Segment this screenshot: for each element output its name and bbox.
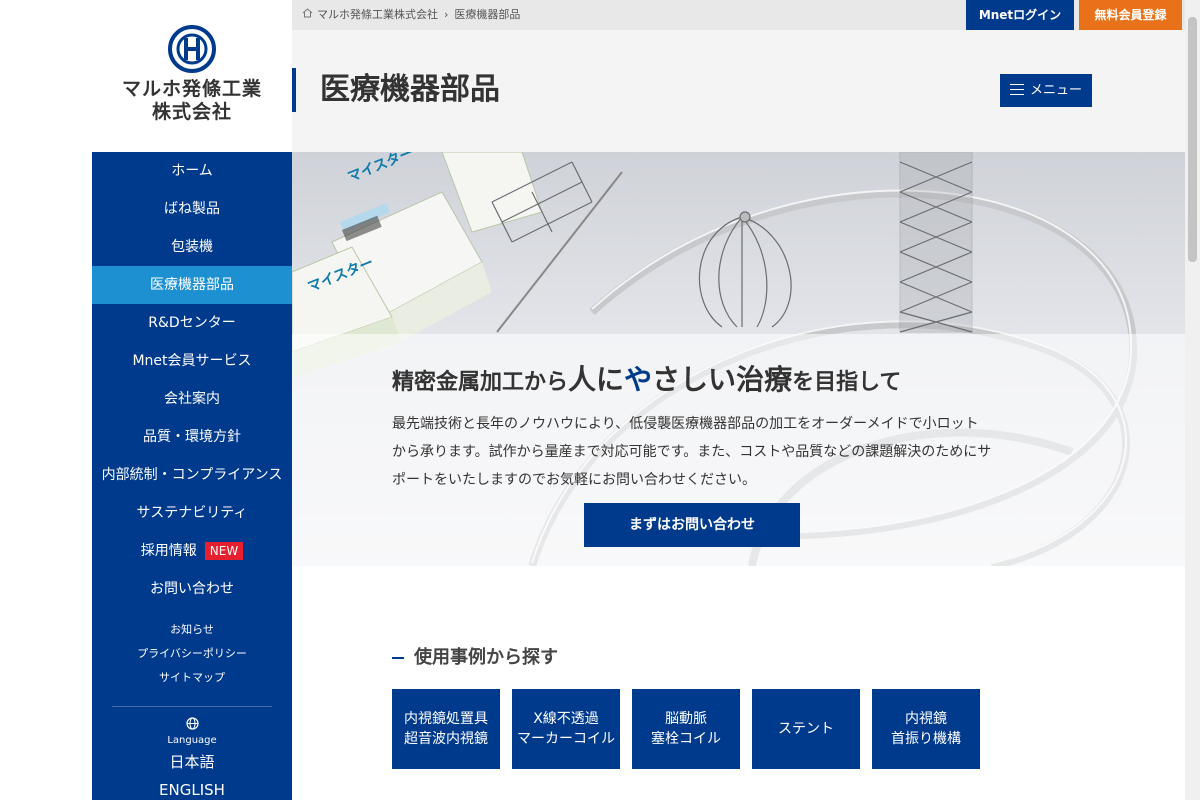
usecase-card-line1: ステント [778, 721, 834, 737]
hero-headline: 精密金属加工から人にやさしい治療を目指して [392, 362, 901, 401]
hero-headline-part-f: を目指して [792, 370, 902, 395]
sidebar-item-sustainability[interactable]: サステナビリティ [92, 494, 292, 532]
menu-button-label: メニュー [1029, 83, 1082, 98]
language-english[interactable]: ENGLISH [92, 776, 292, 800]
sidebar-item-springs[interactable]: ばね製品 [92, 190, 292, 228]
mnet-login-button[interactable]: Mnetログイン [966, 0, 1074, 30]
sidebar-item-home[interactable]: ホーム [92, 152, 292, 190]
chevron-right-icon: › [444, 8, 449, 21]
sidebar-item-contact[interactable]: お問い合わせ [92, 570, 292, 608]
scrollbar-thumb[interactable] [1188, 17, 1197, 262]
sub-link-sitemap[interactable]: サイトマップ [92, 666, 292, 690]
company-name: マルホ発條工業 株式会社 [92, 78, 292, 124]
sidebar-item-recruit-label: 採用情報 [140, 543, 197, 559]
breadcrumb-home[interactable]: マルホ発條工業株式会社 [317, 0, 438, 30]
company-name-line2: 株式会社 [151, 101, 232, 123]
usecase-card-line2: 塞栓コイル [651, 731, 721, 747]
sidebar-item-rd-center[interactable]: R&Dセンター [92, 304, 292, 342]
hero-headline-part-d: さしい [652, 363, 737, 396]
sub-link-privacy[interactable]: プライバシーポリシー [92, 642, 292, 666]
company-logo-icon [168, 25, 216, 73]
hero-headline-part-c: や [624, 363, 653, 396]
usecase-card-marker-coil[interactable]: X線不透過マーカーコイル [512, 689, 620, 769]
sidebar-item-compliance[interactable]: 内部統制・コンプライアンス [92, 456, 292, 494]
sub-link-news[interactable]: お知らせ [92, 618, 292, 642]
sidebar-nav: ホーム ばね製品 包装機 医療機器部品 R&Dセンター Mnet会員サービス 会… [92, 152, 292, 800]
language-label: Language [167, 735, 217, 746]
sidebar-item-company[interactable]: 会社案内 [92, 380, 292, 418]
globe-icon [92, 717, 292, 734]
svg-text:マイスター: マイスター [346, 152, 417, 186]
usecase-card-line1: X線不透過 [533, 711, 599, 727]
site-logo[interactable]: マルホ発條工業 株式会社 [92, 0, 292, 152]
sidebar-sub-links: お知らせ プライバシーポリシー サイトマップ [92, 608, 292, 690]
usecase-card-line1: 脳動脈 [665, 711, 707, 727]
sidebar-item-quality[interactable]: 品質・環境方針 [92, 418, 292, 456]
company-name-line1: マルホ発條工業 [121, 78, 262, 100]
heading-dash [392, 657, 404, 659]
hero-headline-part-a: 精密金属加工から [392, 370, 569, 395]
hero-headline-part-b: 人に [568, 363, 625, 396]
usecase-card-line1: 内視鏡 [905, 711, 947, 727]
sidebar-item-medical-parts[interactable]: 医療機器部品 [92, 266, 292, 304]
home-icon[interactable] [302, 0, 313, 30]
sidebar-item-packaging[interactable]: 包装機 [92, 228, 292, 266]
breadcrumb-current: 医療機器部品 [454, 8, 521, 21]
usecase-heading-text: 使用事例から探す [414, 647, 558, 668]
usecase-card-stent[interactable]: ステント [752, 689, 860, 769]
usecase-grid: 内視鏡処置具 超音波内視鏡 X線不透過 マーカーコイル 脳動脈 塞栓コイル ステント … [392, 689, 980, 769]
title-accent-bar [292, 68, 296, 112]
page-scrollbar[interactable] [1185, 0, 1200, 800]
menu-button[interactable]: メニュー [1000, 74, 1092, 107]
language-switcher: Language 日本語 ENGLISH [92, 707, 292, 800]
usecase-card-line2: 超音波内視鏡 [404, 731, 488, 747]
sidebar-item-recruit[interactable]: 採用情報 NEW [92, 532, 292, 570]
usecase-heading: 使用事例から探す [392, 646, 558, 670]
stent-image [491, 152, 973, 333]
page-header: 医療機器部品 メニュー [292, 30, 1185, 152]
usecase-card-embolic-coil[interactable]: 脳動脈 塞栓コイル [632, 689, 740, 769]
hero-section: マイスター マイスター 精密金属加工から人にやさしい治療を目指して 最先端技術と… [292, 152, 1185, 566]
new-badge: NEW [204, 542, 244, 560]
hero-description: 最先端技術と長年のノウハウにより、低侵襲医療機器部品の加工をオーダーメイドで小ロ… [392, 416, 992, 488]
language-japanese[interactable]: 日本語 [92, 748, 292, 776]
usecase-card-endoscope-tools[interactable]: 内視鏡処置具 超音波内視鏡 [392, 689, 500, 769]
contact-cta-button[interactable]: まずはお問い合わせ [584, 503, 800, 547]
free-register-button[interactable]: 無料会員登録 [1079, 0, 1182, 30]
usecase-card-line2: 首振り機構 [891, 731, 961, 747]
page-title: 医療機器部品 [320, 72, 500, 107]
usecase-card-endoscope-bending[interactable]: 内視鏡 首振り機構 [872, 689, 980, 769]
usecase-card-line1: 内視鏡処置具 [404, 711, 488, 727]
hamburger-icon [1009, 84, 1024, 95]
hero-headline-part-e: 治療 [736, 363, 793, 396]
usecase-card-line2: マーカーコイル [517, 731, 615, 747]
breadcrumb: マルホ発條工業株式会社 › 医療機器部品 [302, 0, 520, 30]
sidebar-item-mnet[interactable]: Mnet会員サービス [92, 342, 292, 380]
